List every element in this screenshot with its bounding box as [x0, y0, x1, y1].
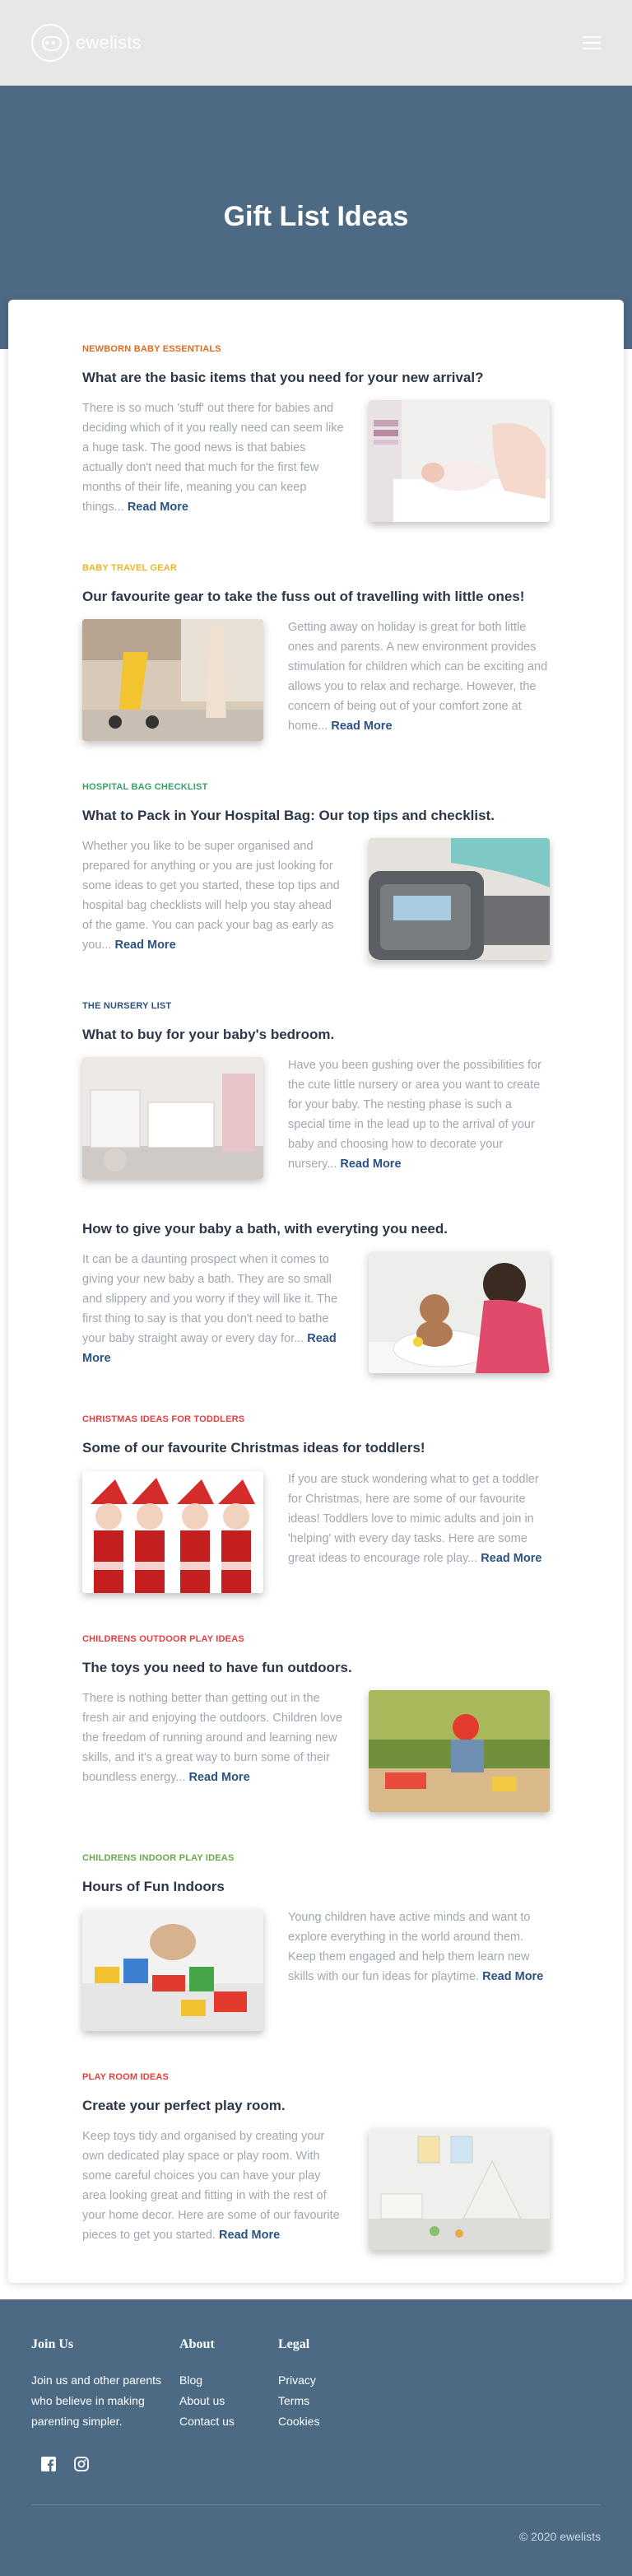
- excerpt-text: It can be a daunting prospect when it co…: [82, 1253, 338, 1346]
- article-category: BABY TRAVEL GEAR: [82, 563, 178, 574]
- footer-divider: [31, 2504, 601, 2505]
- footer-link-blog[interactable]: Blog: [179, 2370, 278, 2391]
- article-category: HOSPITAL BAG CHECKLIST: [82, 782, 208, 793]
- building-blocks-photo[interactable]: [82, 1908, 263, 2031]
- article-excerpt: There is nothing better than getting out…: [82, 1689, 344, 1787]
- article-title[interactable]: What to buy for your baby's bedroom.: [82, 1026, 550, 1044]
- footer-about-column: About Blog About us Contact us: [179, 2337, 278, 2432]
- excerpt-text: Whether you like to be super organised a…: [82, 840, 340, 953]
- copyright: © 2020 ewelists: [518, 2529, 601, 2543]
- article-excerpt: Keep toys tidy and organised by creating…: [82, 2126, 344, 2245]
- article-excerpt: Have you been gushing over the possibili…: [288, 1055, 550, 1174]
- logo-icon: [31, 24, 69, 62]
- article-category: CHILDRENS INDOOR PLAY IDEAS: [82, 1852, 235, 1863]
- article-title[interactable]: The toys you need to have fun outdoors.: [82, 1659, 550, 1677]
- footer-link-privacy[interactable]: Privacy: [278, 2370, 377, 2391]
- article-title[interactable]: What to Pack in Your Hospital Bag: Our t…: [82, 807, 550, 825]
- footer-link-terms[interactable]: Terms: [278, 2391, 377, 2411]
- stroller-photo[interactable]: [82, 619, 263, 742]
- footer-join-text: Join us and other parents who believe in…: [31, 2373, 161, 2428]
- hamburger-icon[interactable]: [583, 36, 601, 49]
- article-title[interactable]: Hours of Fun Indoors: [82, 1878, 550, 1896]
- article-indoor: CHILDRENS INDOOR PLAY IDEAS Hours of Fun…: [82, 1853, 550, 2031]
- facebook-icon[interactable]: [41, 2456, 56, 2471]
- article-category: THE NURSERY LIST: [82, 1001, 172, 1012]
- hospital-bag-photo[interactable]: [369, 838, 550, 961]
- excerpt-text: There is so much 'stuff' out there for b…: [82, 402, 344, 515]
- brand-logo[interactable]: ewelists: [31, 24, 142, 62]
- read-more-link[interactable]: Read More: [219, 2229, 280, 2242]
- article-title[interactable]: How to give your baby a bath, with every…: [82, 1220, 550, 1238]
- excerpt-text: Keep toys tidy and organised by creating…: [82, 2129, 340, 2242]
- footer-heading: Join Us: [31, 2336, 74, 2351]
- excerpt-text: Getting away on holiday is great for bot…: [288, 621, 548, 734]
- article-excerpt: It can be a daunting prospect when it co…: [82, 1250, 344, 1368]
- read-more-link[interactable]: Read More: [340, 1158, 401, 1171]
- footer-link-cookies[interactable]: Cookies: [278, 2411, 377, 2432]
- read-more-link[interactable]: Read More: [128, 501, 188, 514]
- article-nursery: THE NURSERY LIST What to buy for your ba…: [82, 1001, 550, 1180]
- footer-join-column: Join Us Join us and other parents who be…: [31, 2337, 179, 2432]
- article-title[interactable]: What are the basic items that you need f…: [82, 369, 550, 387]
- read-more-link[interactable]: Read More: [189, 1771, 250, 1784]
- nursery-photo[interactable]: [82, 1057, 263, 1180]
- newborn-photo[interactable]: [369, 400, 550, 523]
- baby-bath-photo[interactable]: [369, 1251, 550, 1374]
- article-title[interactable]: Create your perfect play room.: [82, 2097, 550, 2115]
- instagram-icon[interactable]: [74, 2456, 89, 2471]
- article-excerpt: There is so much 'stuff' out there for b…: [82, 398, 344, 517]
- read-more-link[interactable]: Read More: [481, 1552, 541, 1565]
- page-title: Gift List Ideas: [223, 201, 409, 232]
- article-excerpt: Whether you like to be super organised a…: [82, 836, 344, 955]
- article-christmas: CHRISTMAS IDEAS FOR TODDLERS Some of our…: [82, 1414, 550, 1593]
- article-excerpt: If you are stuck wondering what to get a…: [288, 1470, 550, 1568]
- article-title[interactable]: Our favourite gear to take the fuss out …: [82, 588, 550, 606]
- footer-heading: Legal: [278, 2336, 310, 2351]
- footer-legal-column: Legal Privacy Terms Cookies: [278, 2337, 377, 2432]
- article-hospital-bag: HOSPITAL BAG CHECKLIST What to Pack in Y…: [82, 782, 550, 961]
- outdoor-play-photo[interactable]: [369, 1689, 550, 1812]
- article-newborn: NEWBORN BABY ESSENTIALS What are the bas…: [82, 344, 550, 523]
- top-bar: ewelists: [0, 0, 632, 86]
- article-title[interactable]: Some of our favourite Christmas ideas fo…: [82, 1439, 550, 1457]
- footer-link-contact-us[interactable]: Contact us: [179, 2411, 278, 2432]
- site-footer: Join Us Join us and other parents who be…: [0, 2299, 632, 2576]
- christmas-kids-photo[interactable]: [82, 1470, 263, 1593]
- footer-link-about-us[interactable]: About us: [179, 2391, 278, 2411]
- article-excerpt: Getting away on holiday is great for bot…: [288, 617, 550, 736]
- social-links: [41, 2456, 601, 2471]
- article-outdoor: CHILDRENS OUTDOOR PLAY IDEAS The toys yo…: [82, 1634, 550, 1812]
- play-room-photo[interactable]: [369, 2127, 550, 2250]
- excerpt-text: Have you been gushing over the possibili…: [288, 1059, 541, 1172]
- article-play-room: PLAY ROOM IDEAS Create your perfect play…: [82, 2072, 550, 2250]
- read-more-link[interactable]: Read More: [115, 939, 176, 952]
- article-travel: BABY TRAVEL GEAR Our favourite gear to t…: [82, 563, 550, 742]
- article-excerpt: Young children have active minds and wan…: [288, 1908, 550, 1987]
- footer-heading: About: [179, 2336, 215, 2351]
- article-category: PLAY ROOM IDEAS: [82, 2071, 170, 2082]
- read-more-link[interactable]: Read More: [331, 720, 392, 733]
- articles-card: NEWBORN BABY ESSENTIALS What are the bas…: [8, 300, 624, 2283]
- read-more-link[interactable]: Read More: [482, 1970, 543, 1983]
- article-category: CHILDRENS OUTDOOR PLAY IDEAS: [82, 1633, 244, 1644]
- brand-name: ewelists: [76, 32, 142, 53]
- article-category: CHRISTMAS IDEAS FOR TODDLERS: [82, 1414, 245, 1425]
- article-category: NEWBORN BABY ESSENTIALS: [82, 344, 221, 354]
- article-baby-bath: How to give your baby a bath, with every…: [82, 1220, 550, 1374]
